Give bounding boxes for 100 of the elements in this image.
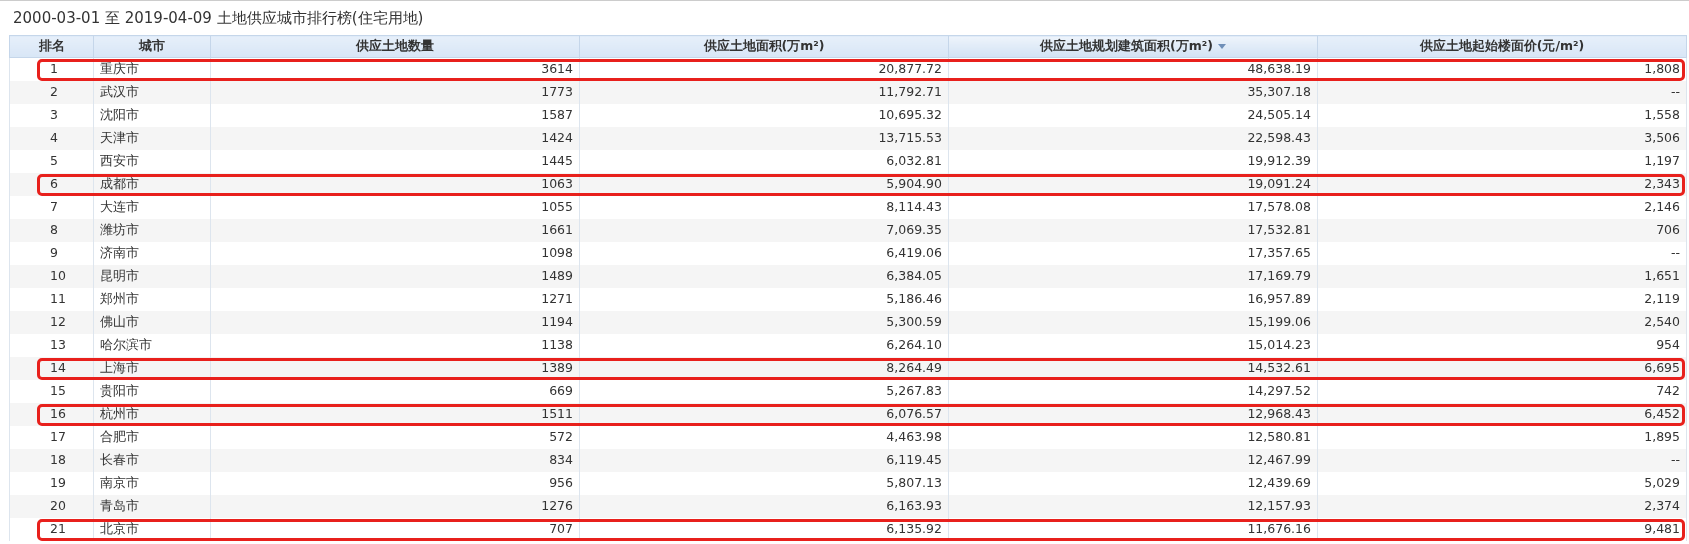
table-cell: 742 — [1317, 379, 1687, 403]
city-cell: 贵阳市 — [93, 379, 211, 403]
table-cell: 4,463.98 — [579, 425, 949, 449]
table-cell: 8,114.43 — [579, 195, 949, 219]
table-cell: 5,029 — [1317, 471, 1687, 495]
table-cell: 14,297.52 — [948, 379, 1318, 403]
table-cell: 669 — [210, 379, 580, 403]
table-cell: 2,540 — [1317, 310, 1687, 334]
rank-cell: 12 — [9, 310, 94, 334]
rank-cell: 3 — [9, 103, 94, 127]
table-cell: 2,119 — [1317, 287, 1687, 311]
rank-cell: 11 — [9, 287, 94, 311]
city-cell: 昆明市 — [93, 264, 211, 288]
table-cell: 1,895 — [1317, 425, 1687, 449]
table-cell: 16,957.89 — [948, 287, 1318, 311]
table-cell: 1587 — [210, 103, 580, 127]
table-cell: 956 — [210, 471, 580, 495]
rank-cell: 20 — [9, 494, 94, 518]
rank-cell: 10 — [9, 264, 94, 288]
city-cell: 天津市 — [93, 126, 211, 150]
table-cell: 15,199.06 — [948, 310, 1318, 334]
table-cell: 6,264.10 — [579, 333, 949, 357]
table-cell: 2,146 — [1317, 195, 1687, 219]
city-cell: 哈尔滨市 — [93, 333, 211, 357]
table-cell: 5,267.83 — [579, 379, 949, 403]
table-cell: 1194 — [210, 310, 580, 334]
table-cell: 35,307.18 — [948, 80, 1318, 104]
table-cell: 10,695.32 — [579, 103, 949, 127]
rank-cell: 4 — [9, 126, 94, 150]
table-cell: 13,715.53 — [579, 126, 949, 150]
city-cell: 郑州市 — [93, 287, 211, 311]
table-cell: 6,419.06 — [579, 241, 949, 265]
city-cell: 南京市 — [93, 471, 211, 495]
sort-caret-icon — [1217, 44, 1226, 50]
table-cell: 3,506 — [1317, 126, 1687, 150]
table-cell: 5,186.46 — [579, 287, 949, 311]
city-cell: 潍坊市 — [93, 218, 211, 242]
table-cell: 1489 — [210, 264, 580, 288]
rank-cell: 7 — [9, 195, 94, 219]
city-cell: 西安市 — [93, 149, 211, 173]
table-cell: 17,532.81 — [948, 218, 1318, 242]
rank-cell: 13 — [9, 333, 94, 357]
column-header[interactable]: 供应土地数量 — [210, 35, 580, 58]
table-cell: 12,157.93 — [948, 494, 1318, 518]
table-cell: 834 — [210, 448, 580, 472]
table-cell: 17,169.79 — [948, 264, 1318, 288]
city-cell: 济南市 — [93, 241, 211, 265]
table-cell: 1276 — [210, 494, 580, 518]
table-cell: 1,558 — [1317, 103, 1687, 127]
table-cell: 1,197 — [1317, 149, 1687, 173]
table-cell: 1,651 — [1317, 264, 1687, 288]
report-title: 2000-03-01 至 2019-04-09 土地供应城市排行榜(住宅用地) — [12, 8, 425, 29]
table-cell: 1271 — [210, 287, 580, 311]
table-cell: 7,069.35 — [579, 218, 949, 242]
table-cell: -- — [1317, 80, 1687, 104]
table-cell: 5,807.13 — [579, 471, 949, 495]
city-cell: 佛山市 — [93, 310, 211, 334]
rank-cell: 21 — [9, 517, 94, 541]
table-cell: 1055 — [210, 195, 580, 219]
city-cell: 合肥市 — [93, 425, 211, 449]
column-header[interactable]: 供应土地规划建筑面积(万m²) — [948, 35, 1318, 58]
column-header[interactable]: 供应土地起始楼面价(元/m²) — [1317, 35, 1687, 58]
table-cell: 1773 — [210, 80, 580, 104]
table-cell: 1098 — [210, 241, 580, 265]
table-cell: 954 — [1317, 333, 1687, 357]
rank-cell: 19 — [9, 471, 94, 495]
table-cell: 5,300.59 — [579, 310, 949, 334]
table-cell: 1424 — [210, 126, 580, 150]
table-cell: 6,163.93 — [579, 494, 949, 518]
city-cell: 长春市 — [93, 448, 211, 472]
table-cell: 12,580.81 — [948, 425, 1318, 449]
rank-cell: 9 — [9, 241, 94, 265]
table-cell: 17,578.08 — [948, 195, 1318, 219]
table-cell: 6,384.05 — [579, 264, 949, 288]
rank-cell: 17 — [9, 425, 94, 449]
city-cell: 沈阳市 — [93, 103, 211, 127]
column-header[interactable]: 供应土地面积(万m²) — [579, 35, 949, 58]
table-cell: 11,792.71 — [579, 80, 949, 104]
column-header[interactable]: 排名 — [9, 35, 94, 58]
table-cell: 15,014.23 — [948, 333, 1318, 357]
city-cell: 青岛市 — [93, 494, 211, 518]
table-cell: 12,467.99 — [948, 448, 1318, 472]
rank-cell: 8 — [9, 218, 94, 242]
table-cell: 6,032.81 — [579, 149, 949, 173]
table-cell: 24,505.14 — [948, 103, 1318, 127]
table-cell: 2,374 — [1317, 494, 1687, 518]
city-cell: 武汉市 — [93, 80, 211, 104]
table-cell: 1138 — [210, 333, 580, 357]
table-cell: 17,357.65 — [948, 241, 1318, 265]
rank-cell: 18 — [9, 448, 94, 472]
table-cell: 706 — [1317, 218, 1687, 242]
table-cell: 1661 — [210, 218, 580, 242]
table-cell: 9,481 — [1317, 517, 1687, 541]
table-cell: -- — [1317, 241, 1687, 265]
table-cell: 22,598.43 — [948, 126, 1318, 150]
table-cell: 19,912.39 — [948, 149, 1318, 173]
column-header[interactable]: 城市 — [93, 35, 211, 58]
rank-cell: 2 — [9, 80, 94, 104]
rank-cell: 5 — [9, 149, 94, 173]
table-cell: 1445 — [210, 149, 580, 173]
